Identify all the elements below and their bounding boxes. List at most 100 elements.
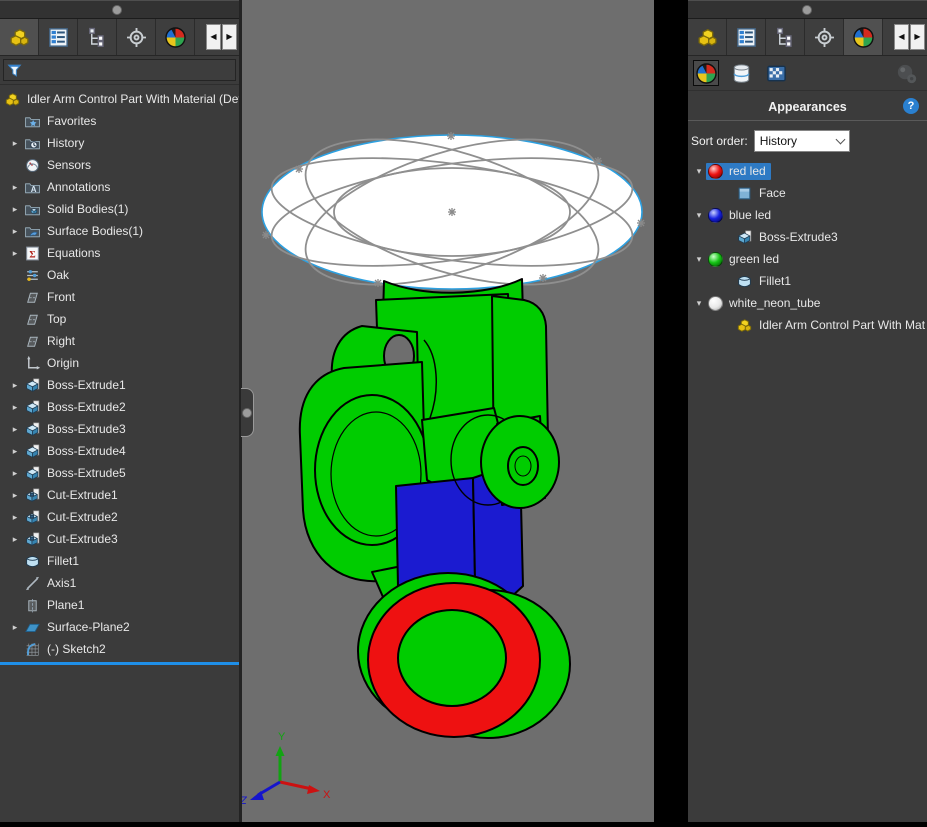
rollback-bar[interactable] [0, 662, 239, 665]
help-icon[interactable]: ? [903, 98, 919, 114]
tree-item[interactable]: Idler Arm Control Part With Material (De… [0, 88, 239, 110]
tree-item[interactable]: Top [0, 308, 239, 330]
expand-arrow-icon[interactable]: ▸ [8, 468, 22, 479]
tab-dimxpertmanager[interactable] [117, 19, 156, 55]
tree-item[interactable]: ▸History [0, 132, 239, 154]
tree-item[interactable]: ▾blue led [688, 204, 927, 226]
tree-item[interactable]: Favorites [0, 110, 239, 132]
tree-item[interactable]: ▸Boss-Extrude4 [0, 440, 239, 462]
funnel-icon [6, 62, 23, 79]
tab-propertymanager[interactable] [727, 19, 766, 55]
orientation-triad: Y X Z [242, 731, 331, 807]
tree-item[interactable]: Plane1 [0, 594, 239, 616]
tab-propertymanager[interactable] [39, 19, 78, 55]
tabs-scroll-left-button[interactable]: ◀ [206, 24, 221, 50]
tree-item[interactable]: ▾red led [688, 160, 927, 182]
tab-configurationmanager[interactable] [766, 19, 805, 55]
expand-arrow-icon[interactable]: ▸ [8, 424, 22, 435]
svg-text:Σ: Σ [29, 249, 35, 260]
display-manager-panel: ◀▶ Appearances ? Sort order: History ▾re… [688, 0, 927, 822]
fillet-icon [736, 273, 753, 290]
feature-tree-filter-input[interactable] [3, 59, 236, 81]
tree-item[interactable]: Idler Arm Control Part With Mat [688, 314, 927, 336]
surface-bodies-icon [24, 223, 41, 240]
material-icon [24, 267, 41, 284]
tab-displaymanager[interactable] [156, 19, 195, 55]
tree-item[interactable]: ▸Cut-Extrude1 [0, 484, 239, 506]
history-icon [24, 135, 41, 152]
expand-arrow-icon[interactable]: ▸ [8, 226, 22, 237]
expand-arrow-icon[interactable]: ▸ [8, 248, 22, 259]
expand-arrow-icon[interactable]: ▸ [8, 182, 22, 193]
expand-arrow-icon[interactable]: ▾ [692, 254, 706, 265]
tab-featuremanager[interactable] [0, 19, 39, 55]
expand-arrow-icon[interactable]: ▾ [692, 298, 706, 309]
tabs-scroll-left-button[interactable]: ◀ [894, 24, 909, 50]
graphics-viewport[interactable]: Y X Z [242, 0, 654, 822]
expand-arrow-icon[interactable]: ▸ [8, 380, 22, 391]
tab-configurationmanager[interactable] [78, 19, 117, 55]
tree-item[interactable]: ▸AAnnotations [0, 176, 239, 198]
panel-collapse-handle[interactable] [241, 388, 254, 437]
part-icon [696, 26, 719, 49]
panel-grip-icon[interactable] [112, 5, 122, 15]
tree-item[interactable]: Fillet1 [688, 270, 927, 292]
tree-item[interactable]: Right [0, 330, 239, 352]
tabs-scroll-right-button[interactable]: ▶ [910, 24, 925, 50]
tree-item[interactable]: ▸Boss-Extrude2 [0, 396, 239, 418]
chevron-down-icon [835, 135, 845, 145]
tree-item[interactable]: (-) Sketch2 [0, 638, 239, 660]
tree-item[interactable]: ▸Boss-Extrude5 [0, 462, 239, 484]
expand-arrow-icon[interactable]: ▸ [8, 622, 22, 633]
tree-item[interactable]: Front [0, 286, 239, 308]
panel-top-strip [688, 0, 927, 19]
tab-dimxpertmanager[interactable] [805, 19, 844, 55]
triad-z-label: Z [242, 795, 248, 807]
expand-arrow-icon[interactable]: ▾ [692, 210, 706, 221]
extrude-icon [24, 399, 41, 416]
appearances-button[interactable] [693, 60, 719, 86]
tab-scroll-arrows: ◀▶ [206, 19, 239, 55]
props-icon [47, 26, 70, 49]
expand-arrow-icon[interactable]: ▸ [8, 204, 22, 215]
tree-item[interactable]: Boss-Extrude3 [688, 226, 927, 248]
scenes-button[interactable] [728, 60, 754, 86]
expand-arrow-icon[interactable]: ▸ [8, 446, 22, 457]
tree-item[interactable]: Oak [0, 264, 239, 286]
tree-item[interactable]: Fillet1 [0, 550, 239, 572]
bottom-drum [358, 573, 570, 738]
panel-grip-icon[interactable] [802, 5, 812, 15]
tree-item[interactable]: ▸ΣEquations [0, 242, 239, 264]
tab-featuremanager[interactable] [688, 19, 727, 55]
expand-arrow-icon[interactable]: ▸ [8, 402, 22, 413]
tree-item[interactable]: ▸Cut-Extrude3 [0, 528, 239, 550]
triad-y-label: Y [278, 731, 286, 743]
tabs-scroll-right-button[interactable]: ▶ [222, 24, 237, 50]
sort-order-select[interactable]: History [754, 130, 850, 152]
decals-button[interactable] [763, 60, 789, 86]
tree-item[interactable]: ▸Surface-Plane2 [0, 616, 239, 638]
tree-item[interactable]: Sensors [0, 154, 239, 176]
triad-x-label: X [323, 789, 331, 801]
tree-item[interactable]: Axis1 [0, 572, 239, 594]
tab-displaymanager[interactable] [844, 19, 883, 55]
cut-extrude-icon [24, 487, 41, 504]
scene-can-icon [730, 62, 753, 85]
expand-arrow-icon[interactable]: ▸ [8, 490, 22, 501]
expand-arrow-icon[interactable]: ▸ [8, 534, 22, 545]
expand-arrow-icon[interactable]: ▾ [692, 166, 706, 177]
expand-arrow-icon[interactable]: ▸ [8, 512, 22, 523]
tree-item[interactable]: ▾white_neon_tube [688, 292, 927, 314]
tree-item[interactable]: ▸Cut-Extrude2 [0, 506, 239, 528]
tree-item[interactable]: ▸Boss-Extrude1 [0, 374, 239, 396]
tree-item[interactable]: ▸Surface Bodies(1) [0, 220, 239, 242]
tree-item[interactable]: ▸Solid Bodies(1) [0, 198, 239, 220]
tree-item[interactable]: Face [688, 182, 927, 204]
tree-item[interactable]: ▾green led [688, 248, 927, 270]
plane-ref-icon [24, 597, 41, 614]
expand-arrow-icon[interactable]: ▸ [8, 138, 22, 149]
tree-item[interactable]: Origin [0, 352, 239, 374]
annotations-icon: A [24, 179, 41, 196]
feature-manager-panel: ◀▶ Idler Arm Control Part With Material … [0, 0, 242, 822]
tree-item[interactable]: ▸Boss-Extrude3 [0, 418, 239, 440]
